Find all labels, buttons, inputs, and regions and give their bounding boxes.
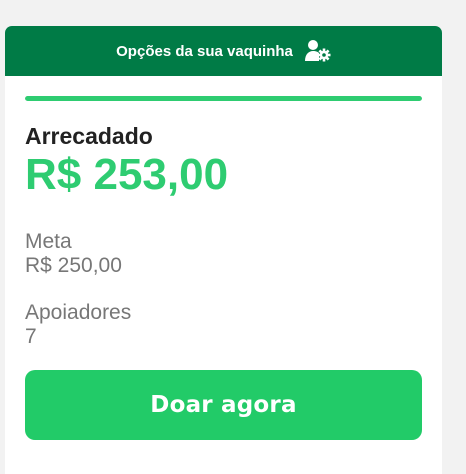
raised-amount: R$ 253,00	[25, 150, 229, 199]
goal-value: R$ 250,00	[25, 254, 122, 277]
goal-block: Meta R$ 250,00	[25, 230, 422, 278]
campaign-card: Opções da sua vaquinha Arrecadado R$ 253…	[5, 26, 442, 474]
progress-bar-fill	[25, 96, 422, 101]
card-body: Arrecadado R$ 253,00 Meta R$ 250,00 Apoi…	[5, 96, 442, 440]
user-settings-icon	[304, 39, 331, 63]
raised-label: Arrecadado	[25, 123, 153, 149]
supporters-block: Apoiadores 7	[25, 301, 422, 349]
supporters-value: 7	[25, 325, 37, 348]
progress-bar	[25, 96, 422, 101]
donate-button[interactable]: Doar agora	[25, 370, 422, 440]
supporters-label: Apoiadores	[25, 301, 132, 324]
campaign-options-button[interactable]: Opções da sua vaquinha	[5, 26, 442, 76]
goal-label: Meta	[25, 230, 72, 253]
campaign-options-label: Opções da sua vaquinha	[116, 42, 293, 60]
